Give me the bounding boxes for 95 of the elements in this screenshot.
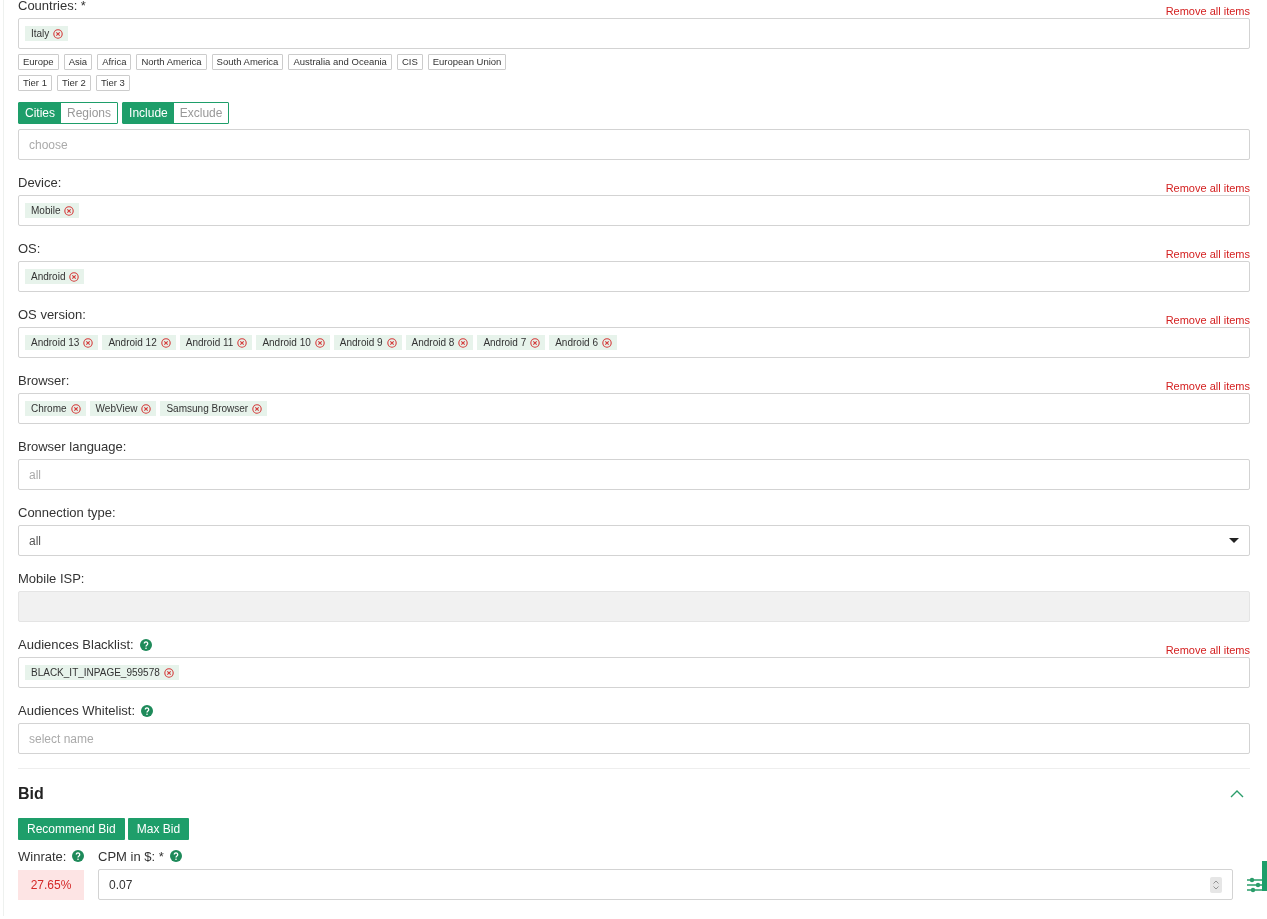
field-label: Connection type: [18, 505, 116, 520]
tag-label: WebView [95, 403, 138, 414]
remove-icon[interactable] [64, 205, 75, 216]
field-label: CPM in $: * [98, 848, 164, 864]
tag[interactable]: Android 7 [477, 335, 546, 350]
preset-button[interactable]: Australia and Oceania [288, 54, 392, 70]
tag[interactable]: WebView [89, 401, 157, 416]
tag[interactable]: Mobile [25, 203, 80, 218]
tag[interactable]: Android 6 [549, 335, 617, 350]
tag-input-field[interactable]: Chrome WebView Samsung Browser [18, 393, 1250, 424]
preset-button[interactable]: Africa [97, 54, 132, 70]
help-icon[interactable] [169, 850, 182, 862]
tag-input-field[interactable]: Italy [18, 18, 1250, 49]
tag-label: Android 11 [185, 337, 234, 348]
remove-icon[interactable] [237, 337, 248, 348]
remove-icon[interactable] [69, 271, 80, 282]
preset-button[interactable]: Europe [18, 54, 59, 70]
preset-button[interactable]: Asia [63, 54, 93, 70]
tag-input-field[interactable]: BLACK_IT_INPAGE_959578 [18, 657, 1250, 688]
preset-button[interactable]: CIS [396, 54, 423, 70]
field-label: Winrate: [18, 848, 67, 864]
remove-icon[interactable] [458, 337, 469, 348]
remove-all-link[interactable]: Remove all items [1165, 314, 1250, 326]
remove-icon[interactable] [602, 337, 612, 348]
remove-all-link[interactable]: Remove all items [1165, 380, 1250, 392]
tag[interactable]: Android 10 [256, 335, 330, 350]
number-field[interactable]: 0.07 [98, 869, 1233, 900]
field-label: Browser: [18, 373, 70, 388]
sliders-icon[interactable] [1247, 876, 1263, 893]
remove-icon[interactable] [252, 403, 263, 414]
tag[interactable]: Chrome [25, 401, 86, 416]
tag[interactable]: Android [25, 269, 85, 284]
help-icon[interactable] [72, 850, 85, 862]
spinner-icon[interactable] [1210, 876, 1222, 893]
preset-button[interactable]: Tier 2 [56, 75, 91, 91]
preset-button[interactable]: Tier 1 [18, 75, 52, 91]
tag[interactable]: Samsung Browser [160, 401, 268, 416]
remove-icon[interactable] [160, 337, 171, 348]
tag-label: Italy [31, 28, 50, 39]
input-field[interactable]: all [18, 459, 1250, 490]
help-icon[interactable] [141, 704, 154, 717]
tag[interactable]: Android 11 [179, 335, 253, 350]
remove-icon[interactable] [163, 667, 174, 678]
chevron-icon[interactable] [1230, 790, 1244, 798]
tag[interactable]: Android 12 [102, 335, 176, 350]
tag-label: Chrome [31, 403, 67, 414]
field-label: OS version: [18, 307, 86, 322]
tag-label: BLACK_IT_INPAGE_959578 [31, 667, 160, 678]
tag-input-field[interactable]: Android [18, 261, 1250, 292]
tag[interactable]: Italy [25, 26, 69, 41]
remove-all-link[interactable]: Remove all items [1165, 5, 1250, 17]
tag-input-field[interactable]: Mobile [18, 195, 1250, 226]
tag-label: Android 13 [31, 337, 80, 348]
remove-icon[interactable] [53, 28, 64, 39]
select-field[interactable]: all [18, 525, 1250, 556]
tag-label: Android 10 [262, 337, 311, 348]
field-label: Audiences Whitelist: [18, 703, 136, 718]
tag-label: Android 8 [411, 337, 455, 348]
tag[interactable]: Android 8 [405, 335, 474, 350]
tag-label: Mobile [31, 205, 61, 216]
tag-label: Android 9 [339, 337, 383, 348]
remove-icon[interactable] [141, 403, 152, 414]
tag-label: Android 12 [108, 337, 157, 348]
preset-button[interactable]: Tier 3 [95, 75, 130, 91]
tag-label: Android 7 [483, 337, 527, 348]
location-field[interactable]: choose [18, 129, 1250, 160]
remove-icon[interactable] [314, 337, 325, 348]
tag-label: Android 6 [555, 337, 598, 348]
field-label: Audiences Blacklist: [18, 637, 134, 652]
caret-icon [1229, 538, 1239, 543]
tag-label: Samsung Browser [166, 403, 249, 414]
remove-icon[interactable] [83, 337, 94, 348]
preset-button[interactable]: North America [136, 54, 207, 70]
remove-icon[interactable] [70, 403, 81, 414]
winrate-value: 27.65% [18, 869, 84, 900]
preset-button[interactable]: South America [211, 54, 284, 70]
input-field[interactable]: select name [18, 723, 1250, 754]
remove-icon[interactable] [530, 337, 541, 348]
field-label: Browser language: [18, 439, 127, 454]
tag-label: Android [31, 271, 66, 282]
tag[interactable]: BLACK_IT_INPAGE_959578 [25, 665, 179, 680]
remove-all-link[interactable]: Remove all items [1165, 644, 1250, 656]
tag[interactable]: Android 9 [333, 335, 402, 350]
field-label: OS: [18, 241, 41, 256]
section-title: Bid [18, 785, 44, 803]
tag[interactable]: Android 13 [25, 335, 99, 350]
field-label: Countries: * [18, 0, 86, 13]
tag-input-field[interactable]: Android 13 Android 12 Android 11 Android 10 Android 9 Android 8 Android 7 Android 6 [18, 327, 1250, 358]
preset-button[interactable]: European Union [427, 54, 507, 70]
field-label: Mobile ISP: [18, 571, 85, 586]
field-label: Device: [18, 175, 62, 190]
help-icon[interactable] [139, 638, 152, 651]
remove-icon[interactable] [386, 337, 397, 348]
remove-all-link[interactable]: Remove all items [1165, 182, 1250, 194]
remove-all-link[interactable]: Remove all items [1165, 248, 1250, 260]
